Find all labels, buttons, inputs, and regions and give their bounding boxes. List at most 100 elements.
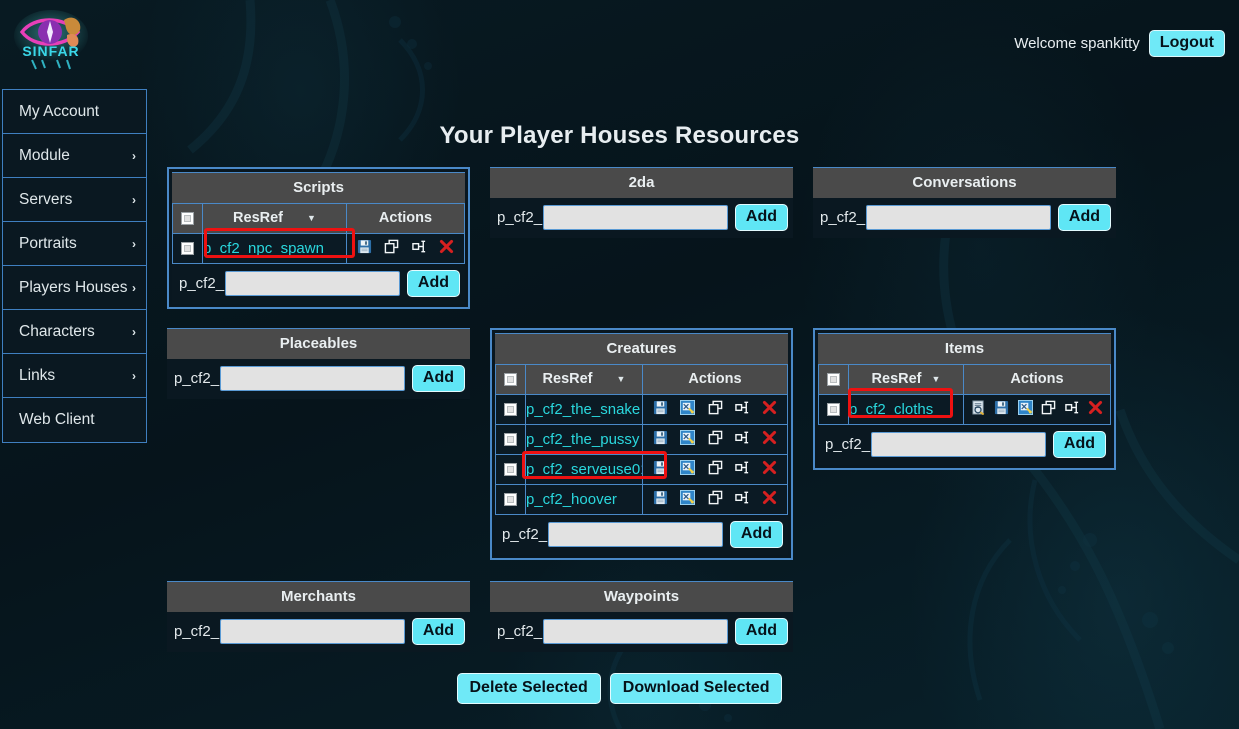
resref-link[interactable]: p_cf2_serveuse01 [525,454,643,485]
row-checkbox[interactable] [504,462,517,476]
sidebar-item-links[interactable]: Links › [3,354,146,398]
row-checkbox[interactable] [181,241,194,255]
items-resref-input[interactable] [871,432,1046,457]
panel-title-items: Items [818,333,1111,364]
panel-title-merchants: Merchants [167,581,470,612]
row-select-cell[interactable] [495,424,526,455]
save-icon[interactable] [653,490,668,510]
copy-icon[interactable] [384,239,399,259]
column-header-resref[interactable]: ResRef ▼ [525,364,643,395]
rename-icon[interactable] [735,460,750,480]
row-select-cell[interactable] [172,233,203,264]
conversations-add-button[interactable]: Add [1057,204,1111,231]
resref-link[interactable]: p_cf2_cloths [848,394,964,425]
delete-icon[interactable] [762,490,777,510]
row-select-cell[interactable] [818,394,849,425]
sort-desc-icon[interactable]: ▼ [307,213,316,223]
row-checkbox[interactable] [504,432,517,446]
delete-selected-button[interactable]: Delete Selected [456,673,601,704]
row-checkbox[interactable] [504,492,517,506]
placeables-add-row: p_cf2_ Add [167,359,470,399]
merchants-add-button[interactable]: Add [411,618,465,645]
twoda-add-row: p_cf2_ Add [490,198,793,238]
conversations-resref-input[interactable] [866,205,1051,230]
download-selected-button[interactable]: Download Selected [609,673,783,704]
select-all-checkbox[interactable] [827,372,840,386]
select-all-checkbox[interactable] [181,211,194,225]
sidebar-item-characters[interactable]: Characters › [3,310,146,354]
resref-link[interactable]: p_cf2_hoover [525,484,643,515]
save-icon[interactable] [653,400,668,420]
export-icon[interactable] [1017,399,1033,420]
creatures-add-button[interactable]: Add [729,521,783,548]
select-all-checkbox[interactable] [504,372,517,386]
twoda-add-button[interactable]: Add [734,204,788,231]
chevron-right-icon: › [132,192,136,207]
merchants-resref-input[interactable] [220,619,405,644]
export-icon[interactable] [680,459,696,480]
column-header-resref[interactable]: ResRef ▼ [848,364,964,395]
rename-icon[interactable] [735,400,750,420]
select-all-header-scripts[interactable] [172,203,203,234]
copy-icon[interactable] [708,430,723,450]
delete-icon[interactable] [439,239,454,259]
select-all-header-items[interactable] [818,364,849,395]
save-icon[interactable] [357,239,372,259]
save-icon[interactable] [994,400,1009,420]
resref-link[interactable]: p_cf2_the_pussy [525,424,643,455]
row-checkbox[interactable] [827,402,840,416]
items-add-button[interactable]: Add [1052,431,1106,458]
logout-button[interactable]: Logout [1148,30,1225,57]
rename-icon[interactable] [1064,400,1080,420]
delete-icon[interactable] [1088,400,1103,420]
export-icon[interactable] [680,489,696,510]
panel-2da: 2da p_cf2_ Add [490,167,793,238]
rename-icon[interactable] [735,430,750,450]
save-icon[interactable] [653,460,668,480]
resref-link[interactable]: p_cf2_npc_spawn [202,233,347,264]
rename-icon[interactable] [735,490,750,510]
export-icon[interactable] [680,429,696,450]
resref-prefix: p_cf2_ [174,370,220,387]
copy-icon[interactable] [1041,400,1056,420]
placeables-add-button[interactable]: Add [411,365,465,392]
sidebar-item-label: Players Houses [19,278,128,296]
sidebar-item-players-houses[interactable]: Players Houses › [3,266,146,310]
site-logo[interactable]: SINFAR [12,8,90,70]
scripts-resref-input[interactable] [225,271,400,296]
twoda-resref-input[interactable] [543,205,728,230]
column-header-actions: Actions [642,364,788,395]
sort-desc-icon[interactable]: ▼ [932,374,941,384]
sort-desc-icon[interactable]: ▼ [617,374,626,384]
row-select-cell[interactable] [495,484,526,515]
placeables-resref-input[interactable] [220,366,405,391]
preview-icon[interactable] [971,399,986,420]
scripts-table: ResRef ▼ Actions p_cf2_npc_spawn [172,203,465,264]
sidebar-item-portraits[interactable]: Portraits › [3,222,146,266]
row-actions [642,394,788,425]
export-icon[interactable] [680,399,696,420]
creatures-resref-input[interactable] [548,522,723,547]
waypoints-add-button[interactable]: Add [734,618,788,645]
delete-icon[interactable] [762,430,777,450]
items-table: ResRef ▼ Actions p_cf2_cloths [818,364,1111,425]
copy-icon[interactable] [708,400,723,420]
row-checkbox[interactable] [504,402,517,416]
row-select-cell[interactable] [495,394,526,425]
column-header-resref[interactable]: ResRef ▼ [202,203,347,234]
sidebar-item-web-client[interactable]: Web Client [3,398,146,442]
row-select-cell[interactable] [495,454,526,485]
waypoints-resref-input[interactable] [543,619,728,644]
sidebar-item-servers[interactable]: Servers › [3,178,146,222]
rename-icon[interactable] [411,239,427,259]
copy-icon[interactable] [708,490,723,510]
resref-link[interactable]: p_cf2_the_snake [525,394,643,425]
resref-prefix: p_cf2_ [179,275,225,292]
scripts-add-button[interactable]: Add [406,270,460,297]
copy-icon[interactable] [708,460,723,480]
save-icon[interactable] [653,430,668,450]
delete-icon[interactable] [762,400,777,420]
select-all-header-creatures[interactable] [495,364,526,395]
table-row: p_cf2_serveuse01 [495,454,788,485]
delete-icon[interactable] [762,460,777,480]
